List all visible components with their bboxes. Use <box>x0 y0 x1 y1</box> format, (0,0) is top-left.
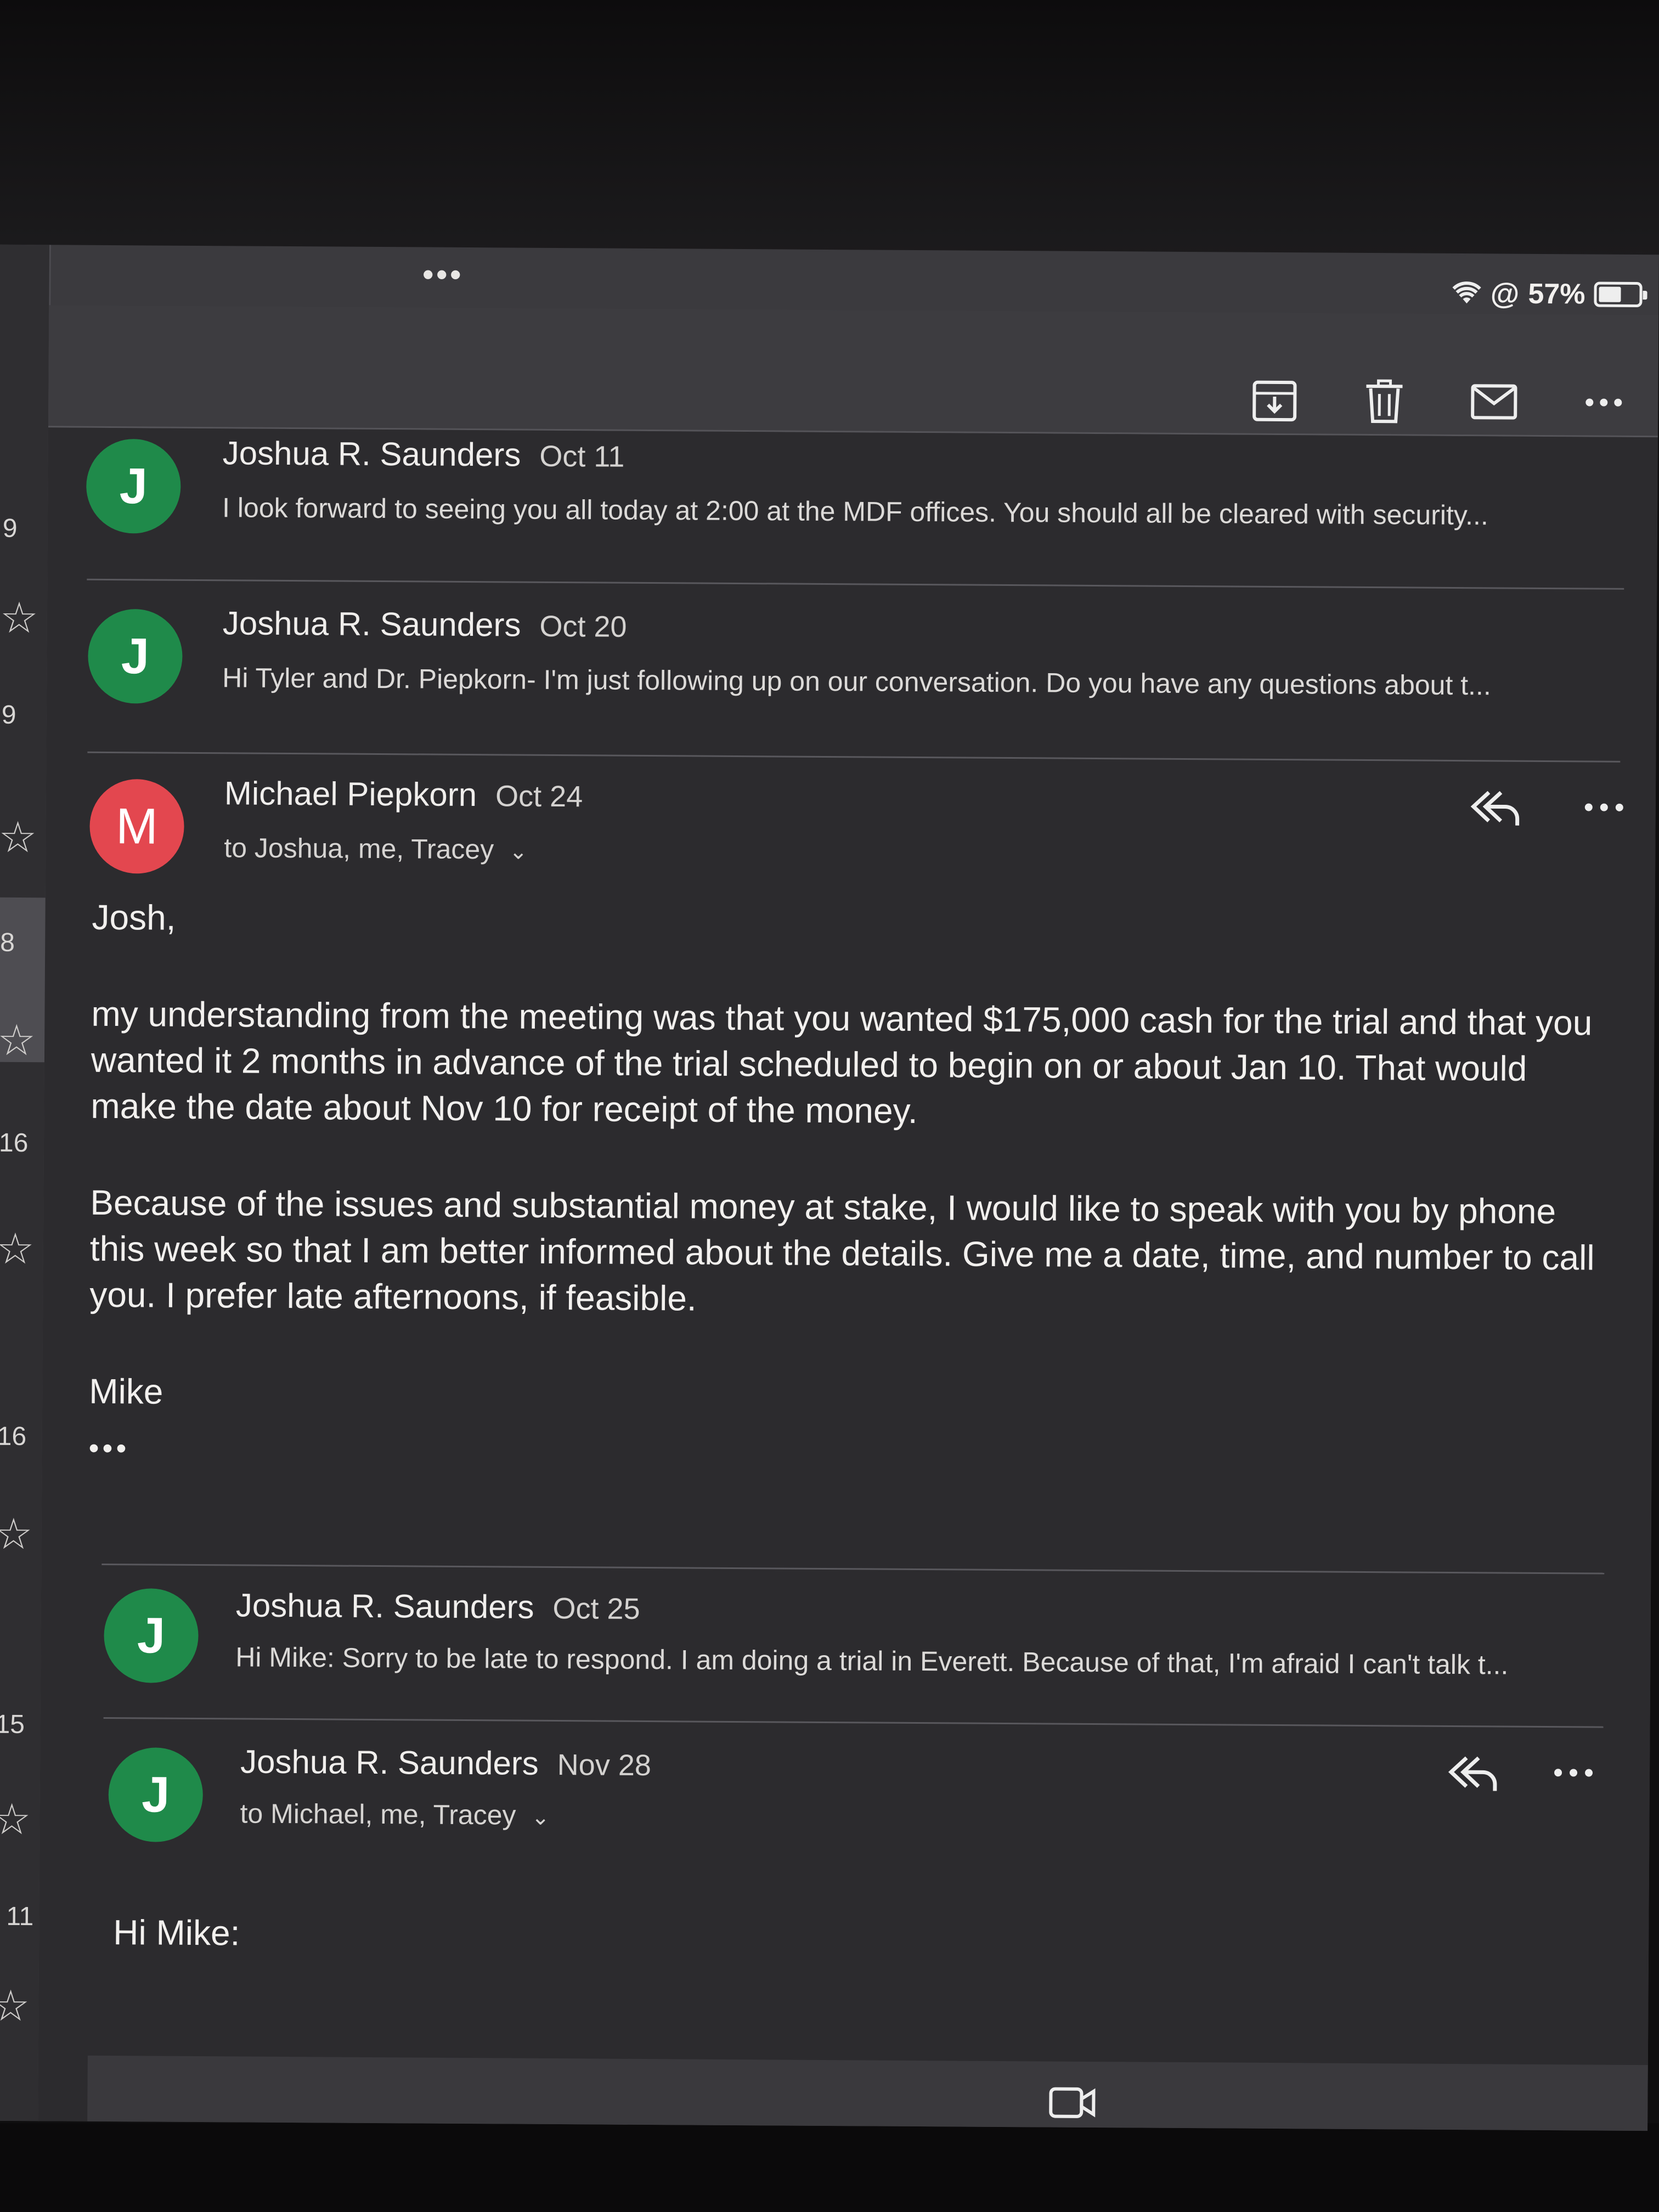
wifi-icon <box>1452 281 1481 304</box>
message-date: Nov 28 <box>557 1748 652 1782</box>
battery-level-fill <box>1599 286 1621 302</box>
avatar: M <box>89 778 185 874</box>
list-item-count: 16 <box>0 1421 27 1452</box>
multitasking-dots-icon[interactable]: ••• <box>422 256 464 292</box>
body-greeting: Josh, <box>92 897 176 938</box>
chevron-down-icon: ⌄ <box>509 839 528 864</box>
more-options-button[interactable] <box>1579 377 1629 427</box>
orientation-lock-icon: @ <box>1490 277 1520 311</box>
sender-line: Michael Piepkorn Oct 24 <box>224 774 583 814</box>
star-icon[interactable]: ☆ <box>0 1224 40 1273</box>
message-snippet: Hi Tyler and Dr. Piepkorn- I'm just foll… <box>222 662 1491 701</box>
star-icon[interactable]: ☆ <box>0 1982 36 2030</box>
star-icon[interactable]: ☆ <box>0 1016 41 1064</box>
body-paragraph: my understanding from the meeting was th… <box>91 994 1593 1131</box>
collapsed-message[interactable]: J Joshua R. Saunders Oct 11 I look forwar… <box>47 427 1658 580</box>
reply-all-icon[interactable] <box>1467 785 1522 829</box>
recipients-text: to Joshua, me, Tracey <box>224 832 494 865</box>
star-icon[interactable]: ☆ <box>0 1510 38 1558</box>
star-icon[interactable]: ☆ <box>0 594 44 642</box>
mark-unread-icon <box>1471 384 1517 420</box>
message-date: Oct 20 <box>539 610 627 644</box>
delete-button[interactable] <box>1359 376 1409 426</box>
more-icon <box>1585 398 1622 407</box>
list-item-count: 9 <box>2 514 18 543</box>
battery-icon <box>1594 281 1647 308</box>
recipients-toggle[interactable]: to Michael, me, Tracey ⌄ <box>240 1797 550 1831</box>
sender-name: Michael Piepkorn <box>224 775 477 814</box>
archive-icon <box>1252 380 1297 422</box>
list-item-count: 8 <box>0 928 15 957</box>
device-bezel-top <box>0 0 1659 258</box>
recipients-text: to Michael, me, Tracey <box>240 1798 516 1831</box>
battery-cap <box>1643 291 1647 300</box>
avatar: J <box>108 1747 204 1843</box>
collapsed-message[interactable]: J Joshua R. Saunders Oct 20 Hi Tyler and … <box>46 586 1657 761</box>
body-paragraph: Because of the issues and substantial mo… <box>89 1182 1595 1318</box>
avatar: J <box>104 1588 199 1684</box>
body-signature: Mike <box>89 1371 163 1412</box>
expanded-message: J Joshua R. Saunders Nov 28 to Michael, m… <box>38 1722 1650 2089</box>
sender-line: Joshua R. Saunders Oct 11 <box>223 434 625 474</box>
status-indicators: @ 57% <box>1452 276 1647 312</box>
message-more-icon[interactable] <box>1577 785 1632 830</box>
sender-name: Joshua R. Saunders <box>222 605 521 644</box>
sender-name: Joshua R. Saunders <box>235 1587 534 1626</box>
archive-button[interactable] <box>1250 376 1300 426</box>
collapsed-message[interactable]: J Joshua R. Saunders Oct 25 Hi Mike: Sorr… <box>40 1568 1651 1743</box>
show-quoted-text-button[interactable]: ••• <box>88 1425 1613 1481</box>
battery-percentage: 57% <box>1528 278 1585 311</box>
recipients-toggle[interactable]: to Joshua, me, Tracey ⌄ <box>224 832 528 865</box>
status-bar: ••• @ 57% <box>49 245 1659 315</box>
message-body: Hi Mike: <box>112 1909 1638 2015</box>
sender-line: Joshua R. Saunders Oct 20 <box>223 604 627 644</box>
list-item-count: 11 <box>6 1901 34 1932</box>
list-item-count: 16 <box>0 1128 29 1158</box>
sender-line: Joshua R. Saunders Nov 28 <box>240 1742 651 1783</box>
message-more-icon[interactable] <box>1546 1751 1601 1795</box>
device-bezel-bottom <box>0 2123 1659 2212</box>
reply-all-icon[interactable] <box>1444 1750 1499 1795</box>
message-snippet: I look forward to seeing you all today a… <box>222 492 1489 531</box>
message-toolbar <box>48 305 1659 438</box>
message-date: Oct 24 <box>495 780 583 814</box>
bottom-bar <box>87 2055 1648 2131</box>
star-icon[interactable]: ☆ <box>0 1795 37 1843</box>
tablet-screen: 9 ☆ 9 ☆ 8 ☆ 16 ☆ 16 ☆ 15 ☆ 11 ☆ ••• @ 57… <box>0 244 1659 2131</box>
message-date: Oct 11 <box>539 439 625 473</box>
expanded-message: M Michael Piepkorn Oct 24 to Joshua, me, … <box>42 757 1656 1556</box>
star-icon[interactable]: ☆ <box>0 813 43 861</box>
list-item-count: 15 <box>0 1709 25 1740</box>
message-date: Oct 25 <box>552 1592 640 1626</box>
avatar: J <box>86 438 181 534</box>
message-snippet: Hi Mike: Sorry to be late to respond. I … <box>235 1641 1509 1680</box>
sender-line: Joshua R. Saunders Oct 25 <box>236 1586 640 1626</box>
conversation-thread: J Joshua R. Saunders Oct 11 I look forwar… <box>38 427 1658 2131</box>
sender-name: Joshua R. Saunders <box>222 435 521 473</box>
message-body: Josh, my understanding from the meeting … <box>88 894 1617 1481</box>
trash-icon <box>1366 379 1403 424</box>
list-item-count: 9 <box>1 700 16 730</box>
avatar: J <box>87 608 183 704</box>
sender-name: Joshua R. Saunders <box>240 1743 539 1782</box>
mark-unread-button[interactable] <box>1469 377 1519 427</box>
video-call-icon[interactable] <box>1047 2083 1097 2122</box>
chevron-down-icon: ⌄ <box>531 1805 550 1830</box>
body-greeting: Hi Mike: <box>113 1912 240 1953</box>
